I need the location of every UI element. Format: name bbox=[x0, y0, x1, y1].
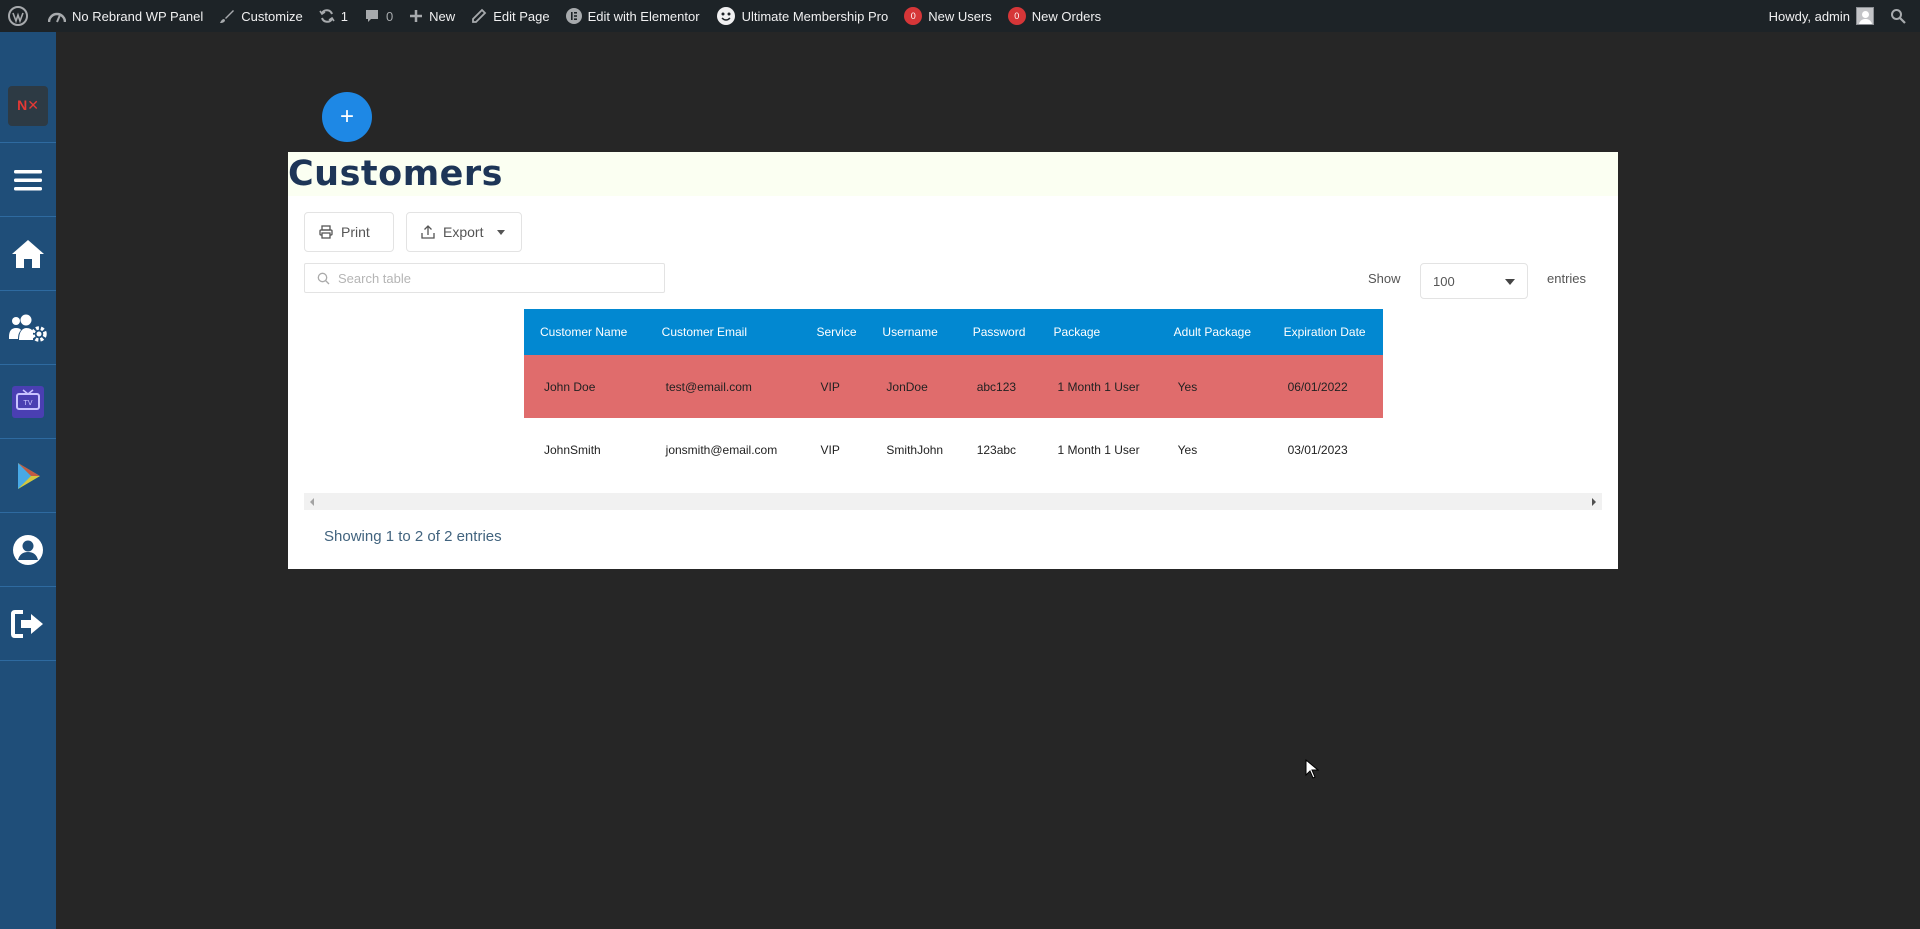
edit-elementor-link[interactable]: Edit with Elementor bbox=[558, 0, 708, 32]
new-orders-count: 0 bbox=[1007, 7, 1026, 25]
new-orders-label: New Orders bbox=[1031, 8, 1102, 24]
logout-icon[interactable] bbox=[0, 587, 56, 661]
howdy-label: Howdy, admin bbox=[1768, 8, 1850, 24]
cell-adult-package: Yes bbox=[1177, 442, 1198, 457]
page-title: Customers bbox=[288, 154, 504, 194]
updates-count: 1 bbox=[340, 8, 348, 24]
wp-admin-bar: No Rebrand WP Panel Customize 1 0 New Ed… bbox=[0, 0, 1920, 32]
cell-expiration-date: 06/01/2022 bbox=[1287, 379, 1348, 394]
cell-password: abc123 bbox=[976, 379, 1017, 394]
search-field[interactable] bbox=[304, 263, 665, 293]
brush-icon bbox=[220, 10, 235, 23]
menu-icon[interactable] bbox=[0, 143, 56, 217]
customers-table: Customer Name Customer Email Service Use… bbox=[524, 309, 1383, 481]
cell-password: 123abc bbox=[976, 442, 1017, 457]
table-row[interactable]: John Doe test@email.com VIP JonDoe abc12… bbox=[524, 355, 1383, 418]
entries-value: 100 bbox=[1433, 273, 1455, 289]
membership-icon bbox=[716, 7, 735, 25]
site-name-link[interactable]: No Rebrand WP Panel bbox=[40, 0, 211, 32]
table-info: Showing 1 to 2 of 2 entries bbox=[324, 528, 502, 545]
chevron-down-icon bbox=[497, 229, 506, 235]
customize-label: Customize bbox=[241, 8, 303, 24]
tv-icon[interactable]: TV bbox=[0, 365, 56, 439]
play-icon[interactable] bbox=[0, 439, 56, 513]
site-name-label: No Rebrand WP Panel bbox=[72, 8, 204, 24]
column-header-service[interactable]: Service bbox=[800, 309, 866, 355]
user-icon[interactable] bbox=[0, 513, 56, 587]
new-users-count: 0 bbox=[904, 7, 923, 25]
new-label: New bbox=[429, 8, 456, 24]
edit-page-link[interactable]: Edit Page bbox=[463, 0, 557, 32]
cell-customer-email: jonsmith@email.com bbox=[665, 442, 778, 457]
export-button[interactable]: Export bbox=[406, 212, 522, 252]
table-header-row: Customer Name Customer Email Service Use… bbox=[524, 309, 1383, 355]
cell-customer-email: test@email.com bbox=[665, 379, 752, 394]
cell-username: JonDoe bbox=[886, 379, 928, 394]
svg-text:TV: TV bbox=[22, 399, 32, 407]
cell-expiration-date: 03/01/2023 bbox=[1287, 442, 1348, 457]
cell-customer-name: JohnSmith bbox=[544, 442, 601, 457]
column-header-customer-name[interactable]: Customer Name bbox=[524, 309, 646, 355]
cell-package: 1 Month 1 User bbox=[1057, 442, 1140, 457]
membership-link[interactable]: Ultimate Membership Pro bbox=[708, 0, 897, 32]
cell-username: SmithJohn bbox=[886, 442, 944, 457]
scroll-left-arrow-icon[interactable] bbox=[310, 498, 314, 506]
search-input[interactable] bbox=[338, 270, 638, 286]
cell-customer-name: John Doe bbox=[544, 379, 596, 394]
cell-service: VIP bbox=[820, 442, 840, 457]
dashboard-icon bbox=[48, 12, 66, 23]
horizontal-scrollbar[interactable] bbox=[304, 493, 1602, 510]
search-icon bbox=[317, 272, 330, 284]
column-header-expiration-date[interactable]: Expiration Date bbox=[1268, 309, 1383, 355]
cell-package: 1 Month 1 User bbox=[1057, 379, 1140, 394]
avatar bbox=[1856, 7, 1874, 25]
column-header-adult-package[interactable]: Adult Package bbox=[1158, 309, 1268, 355]
home-icon[interactable] bbox=[0, 217, 56, 291]
brand-logo: N✕ bbox=[8, 85, 48, 126]
elementor-icon bbox=[565, 8, 582, 24]
updates-link[interactable]: 1 bbox=[311, 0, 356, 32]
card-header: Customers bbox=[288, 152, 1618, 196]
column-header-package[interactable]: Package bbox=[1038, 309, 1158, 355]
app-sidebar: N✕ TV bbox=[0, 32, 56, 929]
export-label: Export bbox=[443, 224, 484, 240]
customize-link[interactable]: Customize bbox=[211, 0, 310, 32]
scroll-right-arrow-icon[interactable] bbox=[1592, 498, 1596, 506]
entries-per-page-select[interactable]: 100 bbox=[1420, 263, 1528, 299]
comment-icon bbox=[365, 10, 378, 22]
plus-icon bbox=[410, 10, 423, 22]
show-label: Show bbox=[1368, 271, 1401, 286]
customers-card: Customers Print Export Show 100 entries … bbox=[288, 152, 1618, 569]
mouse-cursor-icon bbox=[1305, 759, 1319, 779]
print-button[interactable]: Print bbox=[304, 212, 394, 252]
entries-label: entries bbox=[1547, 271, 1587, 286]
table-row[interactable]: JohnSmith jonsmith@email.com VIP SmithJo… bbox=[524, 418, 1383, 481]
cell-service: VIP bbox=[820, 379, 840, 394]
cell-adult-package: Yes bbox=[1177, 379, 1198, 394]
admin-search-icon[interactable] bbox=[1882, 0, 1920, 32]
caret-down-icon bbox=[1505, 279, 1515, 285]
users-cog-icon[interactable] bbox=[0, 291, 56, 365]
edit-elementor-label: Edit with Elementor bbox=[587, 8, 700, 24]
print-label: Print bbox=[341, 224, 370, 240]
wordpress-logo-icon[interactable] bbox=[0, 0, 40, 32]
membership-label: Ultimate Membership Pro bbox=[741, 8, 889, 24]
edit-page-label: Edit Page bbox=[493, 8, 550, 24]
pencil-icon bbox=[472, 8, 487, 23]
column-header-customer-email[interactable]: Customer Email bbox=[646, 309, 801, 355]
add-customer-button[interactable]: + bbox=[322, 92, 372, 142]
comments-link[interactable]: 0 bbox=[356, 0, 401, 32]
printer-icon bbox=[319, 225, 333, 239]
new-content-link[interactable]: New bbox=[401, 0, 463, 32]
refresh-icon bbox=[319, 9, 335, 23]
new-users-link[interactable]: 0 New Users bbox=[896, 0, 1000, 32]
comments-count: 0 bbox=[385, 8, 394, 24]
new-orders-link[interactable]: 0 New Orders bbox=[1000, 0, 1109, 32]
upload-icon bbox=[421, 225, 435, 239]
my-account-link[interactable]: Howdy, admin bbox=[1761, 0, 1882, 32]
sidebar-logo[interactable]: N✕ bbox=[0, 69, 56, 143]
column-header-password[interactable]: Password bbox=[957, 309, 1038, 355]
new-users-label: New Users bbox=[928, 8, 992, 24]
column-header-username[interactable]: Username bbox=[866, 309, 956, 355]
